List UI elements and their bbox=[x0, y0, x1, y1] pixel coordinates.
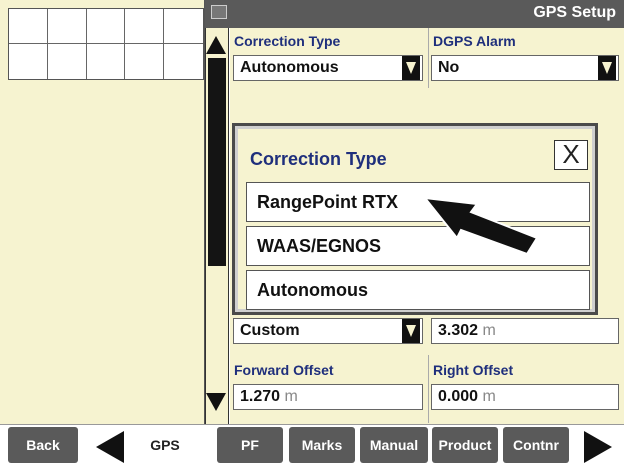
dgps-alarm-dropdown[interactable]: No bbox=[431, 55, 619, 81]
layout-grid[interactable] bbox=[8, 8, 204, 80]
correction-type-label: Correction Type bbox=[234, 33, 341, 49]
back-button[interactable]: Back bbox=[8, 427, 78, 463]
grid-cell[interactable] bbox=[125, 9, 165, 44]
dgps-alarm-label: DGPS Alarm bbox=[433, 33, 516, 49]
page-title: GPS Setup bbox=[533, 4, 616, 21]
close-icon[interactable]: X bbox=[554, 140, 588, 170]
height-unit: m bbox=[482, 322, 496, 339]
tab-marks[interactable]: Marks bbox=[289, 427, 355, 463]
correction-type-dropdown[interactable]: Autonomous bbox=[233, 55, 423, 81]
height-field[interactable]: 3.302 m bbox=[431, 318, 619, 344]
grid-cell[interactable] bbox=[47, 9, 87, 44]
right-offset-value: 0.000 bbox=[438, 388, 479, 405]
gps-tab-label[interactable]: GPS bbox=[130, 427, 200, 463]
dgps-alarm-value: No bbox=[438, 59, 460, 76]
grid-cell[interactable] bbox=[9, 44, 48, 79]
scroll-down-arrow-icon[interactable] bbox=[206, 393, 226, 411]
scrollbar-thumb[interactable] bbox=[208, 58, 226, 266]
page-left-arrow-icon[interactable] bbox=[96, 431, 124, 463]
page-right-arrow-icon[interactable] bbox=[584, 431, 612, 463]
forward-offset-value: 1.270 bbox=[240, 388, 281, 405]
chevron-down-icon[interactable] bbox=[402, 56, 420, 80]
grid-cell[interactable] bbox=[87, 44, 126, 79]
forward-offset-unit: m bbox=[284, 388, 298, 405]
tab-pf[interactable]: PF bbox=[217, 427, 283, 463]
grid-cell[interactable] bbox=[48, 44, 87, 79]
popup-title: Correction Type bbox=[250, 149, 387, 169]
window-icon bbox=[211, 5, 227, 19]
chevron-down-icon[interactable] bbox=[402, 319, 420, 343]
column-divider bbox=[428, 28, 429, 88]
grid-cell[interactable] bbox=[9, 9, 48, 44]
mode-dropdown[interactable]: Custom bbox=[233, 318, 423, 344]
grid-cell[interactable] bbox=[164, 44, 203, 79]
option-autonomous[interactable]: Autonomous bbox=[246, 270, 590, 310]
height-value: 3.302 bbox=[438, 322, 479, 339]
correction-type-value: Autonomous bbox=[240, 59, 339, 76]
mode-value: Custom bbox=[240, 322, 300, 339]
title-bar: GPS Setup bbox=[205, 0, 624, 28]
forward-offset-label: Forward Offset bbox=[234, 362, 334, 378]
grid-cell[interactable] bbox=[86, 9, 126, 44]
scroll-up-arrow-icon[interactable] bbox=[206, 36, 226, 54]
right-offset-field[interactable]: 0.000 m bbox=[431, 384, 619, 410]
column-divider bbox=[428, 355, 429, 423]
grid-cell[interactable] bbox=[164, 9, 203, 44]
grid-cell[interactable] bbox=[125, 44, 165, 79]
right-offset-unit: m bbox=[482, 388, 496, 405]
tab-contnr[interactable]: Contnr bbox=[503, 427, 569, 463]
forward-offset-field[interactable]: 1.270 m bbox=[233, 384, 423, 410]
right-offset-label: Right Offset bbox=[433, 362, 514, 378]
tab-manual[interactable]: Manual bbox=[360, 427, 428, 463]
tab-product[interactable]: Product bbox=[432, 427, 498, 463]
chevron-down-icon[interactable] bbox=[598, 56, 616, 80]
pointer-arrow-icon bbox=[422, 196, 539, 256]
